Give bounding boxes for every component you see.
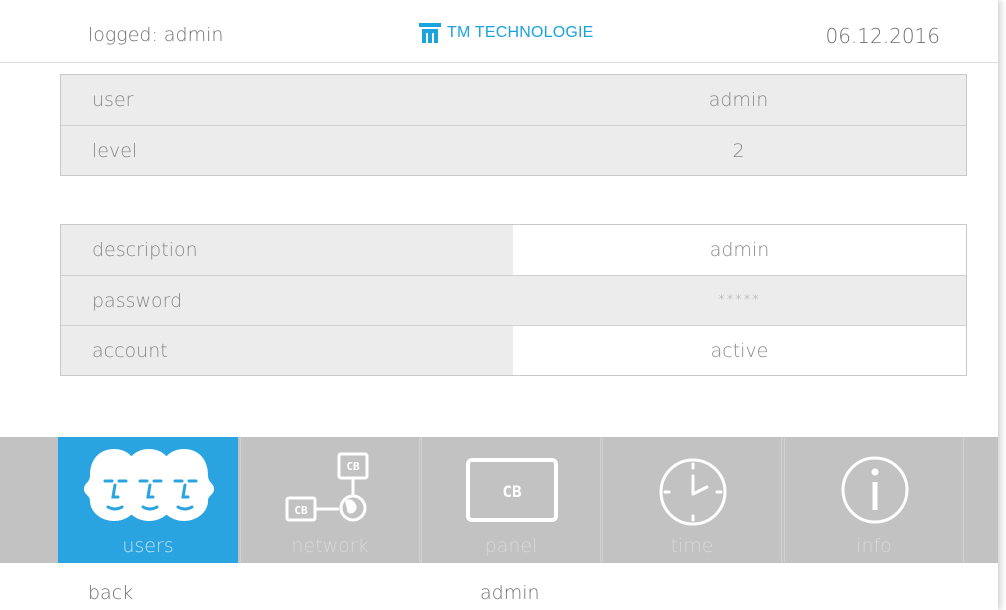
screen-frame: logged: admin TM TECHNOLOGIE 06.12.2016 … <box>0 0 998 610</box>
row-value: admin <box>708 89 769 111</box>
nav-label: panel <box>484 535 538 557</box>
nav-item-network[interactable]: CB CB network <box>240 437 420 563</box>
account-details-table: description admin password ***** account… <box>60 224 967 376</box>
table-row[interactable]: account active <box>61 325 966 375</box>
bottom-nav: users CB CB network CB panel time info <box>0 437 998 563</box>
description-field[interactable]: admin <box>513 225 966 275</box>
cb-label: CB <box>294 504 308 517</box>
tm-logo-icon <box>419 23 441 43</box>
nav-item-time[interactable]: time <box>602 437 782 563</box>
header-bar: logged: admin TM TECHNOLOGIE 06.12.2016 <box>0 0 998 63</box>
cb-label: CB <box>502 482 522 501</box>
nav-label: time <box>670 535 714 557</box>
account-status-field[interactable]: active <box>513 326 966 375</box>
current-user-label: admin <box>480 582 540 604</box>
nav-item-panel[interactable]: CB panel <box>421 437 601 563</box>
row-label: description <box>92 239 198 261</box>
nav-item-users[interactable]: users <box>58 437 238 563</box>
table-row[interactable]: password ***** <box>61 275 966 325</box>
date-display: 06.12.2016 <box>825 24 940 48</box>
password-field[interactable]: ***** <box>513 276 966 325</box>
network-icon: CB CB <box>285 452 369 522</box>
nav-label: users <box>122 535 174 557</box>
row-label: password <box>92 289 183 312</box>
clock-icon <box>659 458 727 526</box>
info-icon <box>841 456 909 524</box>
table-row[interactable]: description admin <box>61 225 966 275</box>
row-label: account <box>92 339 168 362</box>
row-value: 2 <box>732 139 745 162</box>
logged-user-text: logged: admin <box>88 24 224 46</box>
cb-label: CB <box>346 460 360 473</box>
back-button[interactable]: back <box>88 582 133 604</box>
logo-text: TM TECHNOLOGIE <box>447 24 594 41</box>
panel-icon: CB <box>466 458 558 522</box>
nav-label: info <box>856 535 892 557</box>
brand-logo: TM TECHNOLOGIE <box>419 23 594 43</box>
users-icon <box>84 449 214 521</box>
nav-item-info[interactable]: info <box>784 437 964 563</box>
user-info-table: user admin level 2 <box>60 74 967 176</box>
nav-label: network <box>291 535 369 557</box>
table-row: user admin <box>61 75 966 125</box>
table-row: level 2 <box>61 125 966 175</box>
